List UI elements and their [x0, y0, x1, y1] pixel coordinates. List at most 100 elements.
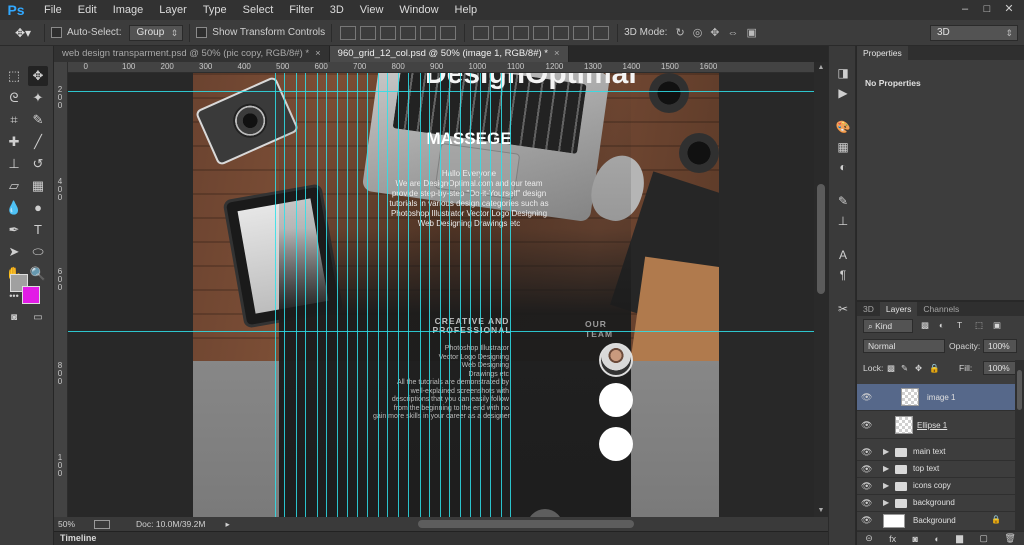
brush-tool-icon[interactable]: ╱	[28, 132, 48, 152]
layer-row[interactable]: 👁 ▶ icons copy	[857, 478, 1015, 495]
align-top-icon[interactable]	[340, 25, 357, 40]
dodge-tool-icon[interactable]: ●	[28, 198, 48, 218]
link-icon[interactable]: ⊝	[865, 533, 873, 544]
history-panel-icon[interactable]: ◨	[834, 64, 852, 82]
fx-icon[interactable]: fx	[889, 534, 896, 544]
distribute-right-icon[interactable]	[573, 25, 590, 40]
menu-window[interactable]: Window	[391, 4, 446, 16]
3d-rotate-icon[interactable]: ↻	[675, 26, 684, 39]
magic-wand-icon[interactable]: ✦	[28, 88, 48, 108]
new-layer-icon[interactable]: ▢	[979, 533, 988, 544]
tab-web-design[interactable]: web design transparment.psd @ 50% (pic c…	[54, 46, 330, 62]
trash-icon[interactable]: 🗑	[1004, 533, 1015, 544]
ruler-vertical[interactable]: 200400600800100	[54, 62, 68, 517]
tab-layers[interactable]: Layers	[879, 302, 918, 316]
tab-960-grid[interactable]: 960_grid_12_col.psd @ 50% (image 1, RGB/…	[329, 46, 569, 62]
layer-row[interactable]: 👁 ▶ background	[857, 495, 1015, 512]
close-icon[interactable]: ×	[554, 48, 560, 59]
menu-type[interactable]: Type	[195, 4, 235, 16]
auto-select-checkbox[interactable]	[51, 27, 62, 38]
align-bottom-icon[interactable]	[380, 25, 397, 40]
background-color-swatch[interactable]	[22, 286, 40, 304]
distribute-top-icon[interactable]	[473, 25, 490, 40]
clone-stamp-icon[interactable]: ⊥	[4, 154, 24, 174]
menu-filter[interactable]: Filter	[281, 4, 321, 16]
gradient-tool-icon[interactable]: ▦	[28, 176, 48, 196]
history-brush-icon[interactable]: ↺	[28, 154, 48, 174]
fill-field[interactable]: 100%	[983, 361, 1017, 375]
close-button[interactable]: ✕	[1000, 2, 1018, 16]
filter-adjustment-icon[interactable]: ◐	[939, 320, 944, 330]
swatches-panel-icon[interactable]: ▦	[834, 138, 852, 156]
auto-align-icon[interactable]	[593, 25, 610, 40]
layer-row[interactable]: 👁 ▶ main text	[857, 444, 1015, 461]
eye-icon[interactable]: 👁	[861, 465, 873, 474]
eye-icon[interactable]: 👁	[861, 393, 873, 402]
eyedropper-icon[interactable]: ✎	[28, 110, 48, 130]
layer-row[interactable]: 👁 Ellipse 1	[857, 412, 1015, 439]
lock-image-icon[interactable]: ✎	[901, 363, 908, 374]
actions-panel-icon[interactable]: ▶	[834, 84, 852, 102]
tool-presets-icon[interactable]: ✂	[834, 300, 852, 318]
layer-row[interactable]: 👁 Background 🔒	[857, 512, 1015, 531]
expand-arrow-icon[interactable]: ▶	[883, 481, 889, 490]
status-menu-arrow-icon[interactable]: ▸	[225, 519, 229, 530]
eye-icon[interactable]: 👁	[861, 448, 873, 457]
ruler-horizontal[interactable]: 0 100 200 300 400 500 600 700 800 900 1000 1100 1200…	[68, 62, 814, 73]
3d-slide-icon[interactable]: ⇔	[728, 27, 739, 39]
filter-pixel-icon[interactable]: ▩	[921, 320, 929, 331]
menu-select[interactable]: Select	[235, 4, 282, 16]
expand-arrow-icon[interactable]: ▶	[883, 447, 889, 456]
menu-layer[interactable]: Layer	[151, 4, 195, 16]
menu-view[interactable]: View	[352, 4, 392, 16]
align-left-icon[interactable]	[400, 25, 417, 40]
maximize-button[interactable]: □	[978, 2, 996, 16]
adjustment-icon[interactable]: ◐	[934, 534, 939, 544]
3d-roll-icon[interactable]: ◎	[693, 26, 703, 39]
move-tool-preset-icon[interactable]: ✥▾	[8, 26, 38, 40]
filter-smart-object-icon[interactable]: ▣	[993, 320, 1001, 331]
path-selection-icon[interactable]: ➤	[4, 242, 24, 262]
auto-select-target-dropdown[interactable]: Group	[129, 24, 184, 41]
status-preview-icon[interactable]	[94, 519, 110, 529]
folder-icon[interactable]: ▆	[956, 533, 963, 544]
tab-3d[interactable]: 3D	[857, 302, 880, 316]
3d-drag-icon[interactable]: ✥	[710, 26, 719, 39]
healing-brush-icon[interactable]: ✚	[4, 132, 24, 152]
screen-mode-icon[interactable]: ▭	[28, 308, 48, 328]
move-tool-icon[interactable]: ✥	[28, 66, 48, 86]
menu-3d[interactable]: 3D	[322, 4, 352, 16]
align-right-icon[interactable]	[440, 25, 457, 40]
zoom-tool-icon[interactable]: 🔍	[28, 264, 48, 284]
layer-row[interactable]: 👁 ▶ top text	[857, 461, 1015, 478]
lock-all-icon[interactable]: 🔒	[929, 363, 940, 374]
menu-image[interactable]: Image	[105, 4, 152, 16]
canvas-horizontal-scrollbar[interactable]	[418, 520, 634, 528]
layer-filter-kind-dropdown[interactable]: ⌕ Kind	[863, 319, 913, 333]
opacity-field[interactable]: 100%	[983, 339, 1017, 353]
eye-icon[interactable]: 👁	[861, 421, 873, 430]
distribute-vcenter-icon[interactable]	[493, 25, 510, 40]
align-vcenter-icon[interactable]	[360, 25, 377, 40]
blend-mode-dropdown[interactable]: Normal	[863, 339, 945, 353]
paragraph-panel-icon[interactable]: ¶	[834, 266, 852, 284]
document-canvas[interactable]: DesignOptimal MASSEGE Hallo Everyone We …	[193, 73, 719, 517]
eraser-tool-icon[interactable]: ▱	[4, 176, 24, 196]
eye-icon[interactable]: 👁	[861, 482, 873, 491]
menu-edit[interactable]: Edit	[70, 4, 105, 16]
quick-mask-icon[interactable]: ◙	[4, 308, 24, 328]
character-panel-icon[interactable]: A	[834, 246, 852, 264]
scroll-down-arrow-icon[interactable]: ▼	[817, 507, 825, 515]
zoom-level[interactable]: 50%	[58, 519, 88, 529]
lasso-tool-icon[interactable]: ᘓ	[4, 88, 24, 108]
lock-transparent-icon[interactable]: ▩	[887, 363, 895, 374]
show-transform-checkbox[interactable]	[196, 27, 208, 38]
workspace-dropdown[interactable]: 3D	[930, 24, 1018, 41]
timeline-panel-tab[interactable]: Timeline	[54, 531, 828, 545]
scroll-up-arrow-icon[interactable]: ▲	[817, 64, 825, 72]
mask-icon[interactable]: ◙	[913, 534, 918, 544]
ellipse-tool-icon[interactable]: ⬭	[28, 242, 48, 262]
scroll-thumb[interactable]	[817, 184, 825, 294]
expand-arrow-icon[interactable]: ▶	[883, 464, 889, 473]
crop-tool-icon[interactable]: ⌗	[4, 110, 24, 130]
